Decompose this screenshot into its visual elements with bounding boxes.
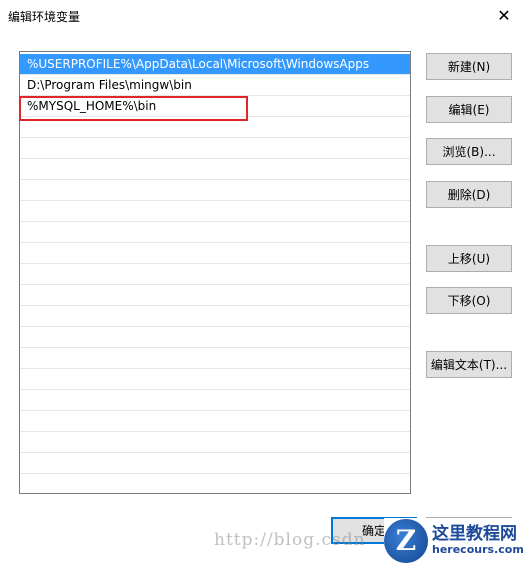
- window-title: 编辑环境变量: [8, 10, 81, 24]
- list-item[interactable]: [20, 327, 410, 348]
- list-item[interactable]: [20, 201, 410, 222]
- list-item[interactable]: [20, 117, 410, 138]
- list-item[interactable]: %MYSQL_HOME%\bin: [20, 96, 410, 117]
- new-button[interactable]: 新建(N): [426, 53, 512, 80]
- logo-z-icon: Z: [384, 518, 428, 563]
- list-item[interactable]: [20, 453, 410, 474]
- list-item[interactable]: [20, 264, 410, 285]
- list-item[interactable]: [20, 180, 410, 201]
- list-item[interactable]: [20, 390, 410, 411]
- edit-text-button[interactable]: 编辑文本(T)...: [426, 351, 512, 378]
- logo-text-cn: 这里教程网: [432, 524, 517, 545]
- delete-button[interactable]: 删除(D): [426, 181, 512, 208]
- list-item[interactable]: [20, 285, 410, 306]
- move-down-button[interactable]: 下移(O): [426, 287, 512, 314]
- list-item[interactable]: [20, 369, 410, 390]
- watermark-url: http://blog.csdn: [214, 530, 366, 550]
- list-item[interactable]: [20, 243, 410, 264]
- list-item[interactable]: %USERPROFILE%\AppData\Local\Microsoft\Wi…: [20, 54, 410, 75]
- list-item[interactable]: [20, 411, 410, 432]
- list-item[interactable]: [20, 159, 410, 180]
- close-button[interactable]: ✕: [481, 0, 527, 31]
- site-logo: Z 这里教程网 herecours.com: [384, 518, 527, 563]
- title-bar: 编辑环境变量 ✕: [0, 0, 527, 31]
- logo-text-en: herecours.com: [432, 542, 524, 556]
- list-item[interactable]: D:\Program Files\mingw\bin: [20, 75, 410, 96]
- browse-button[interactable]: 浏览(B)...: [426, 138, 512, 165]
- list-item[interactable]: [20, 348, 410, 369]
- close-icon: ✕: [497, 6, 511, 25]
- path-list[interactable]: %USERPROFILE%\AppData\Local\Microsoft\Wi…: [19, 51, 411, 494]
- list-item[interactable]: [20, 432, 410, 453]
- edit-button[interactable]: 编辑(E): [426, 96, 512, 123]
- list-item[interactable]: [20, 222, 410, 243]
- list-item[interactable]: [20, 306, 410, 327]
- list-item[interactable]: [20, 138, 410, 159]
- move-up-button[interactable]: 上移(U): [426, 245, 512, 272]
